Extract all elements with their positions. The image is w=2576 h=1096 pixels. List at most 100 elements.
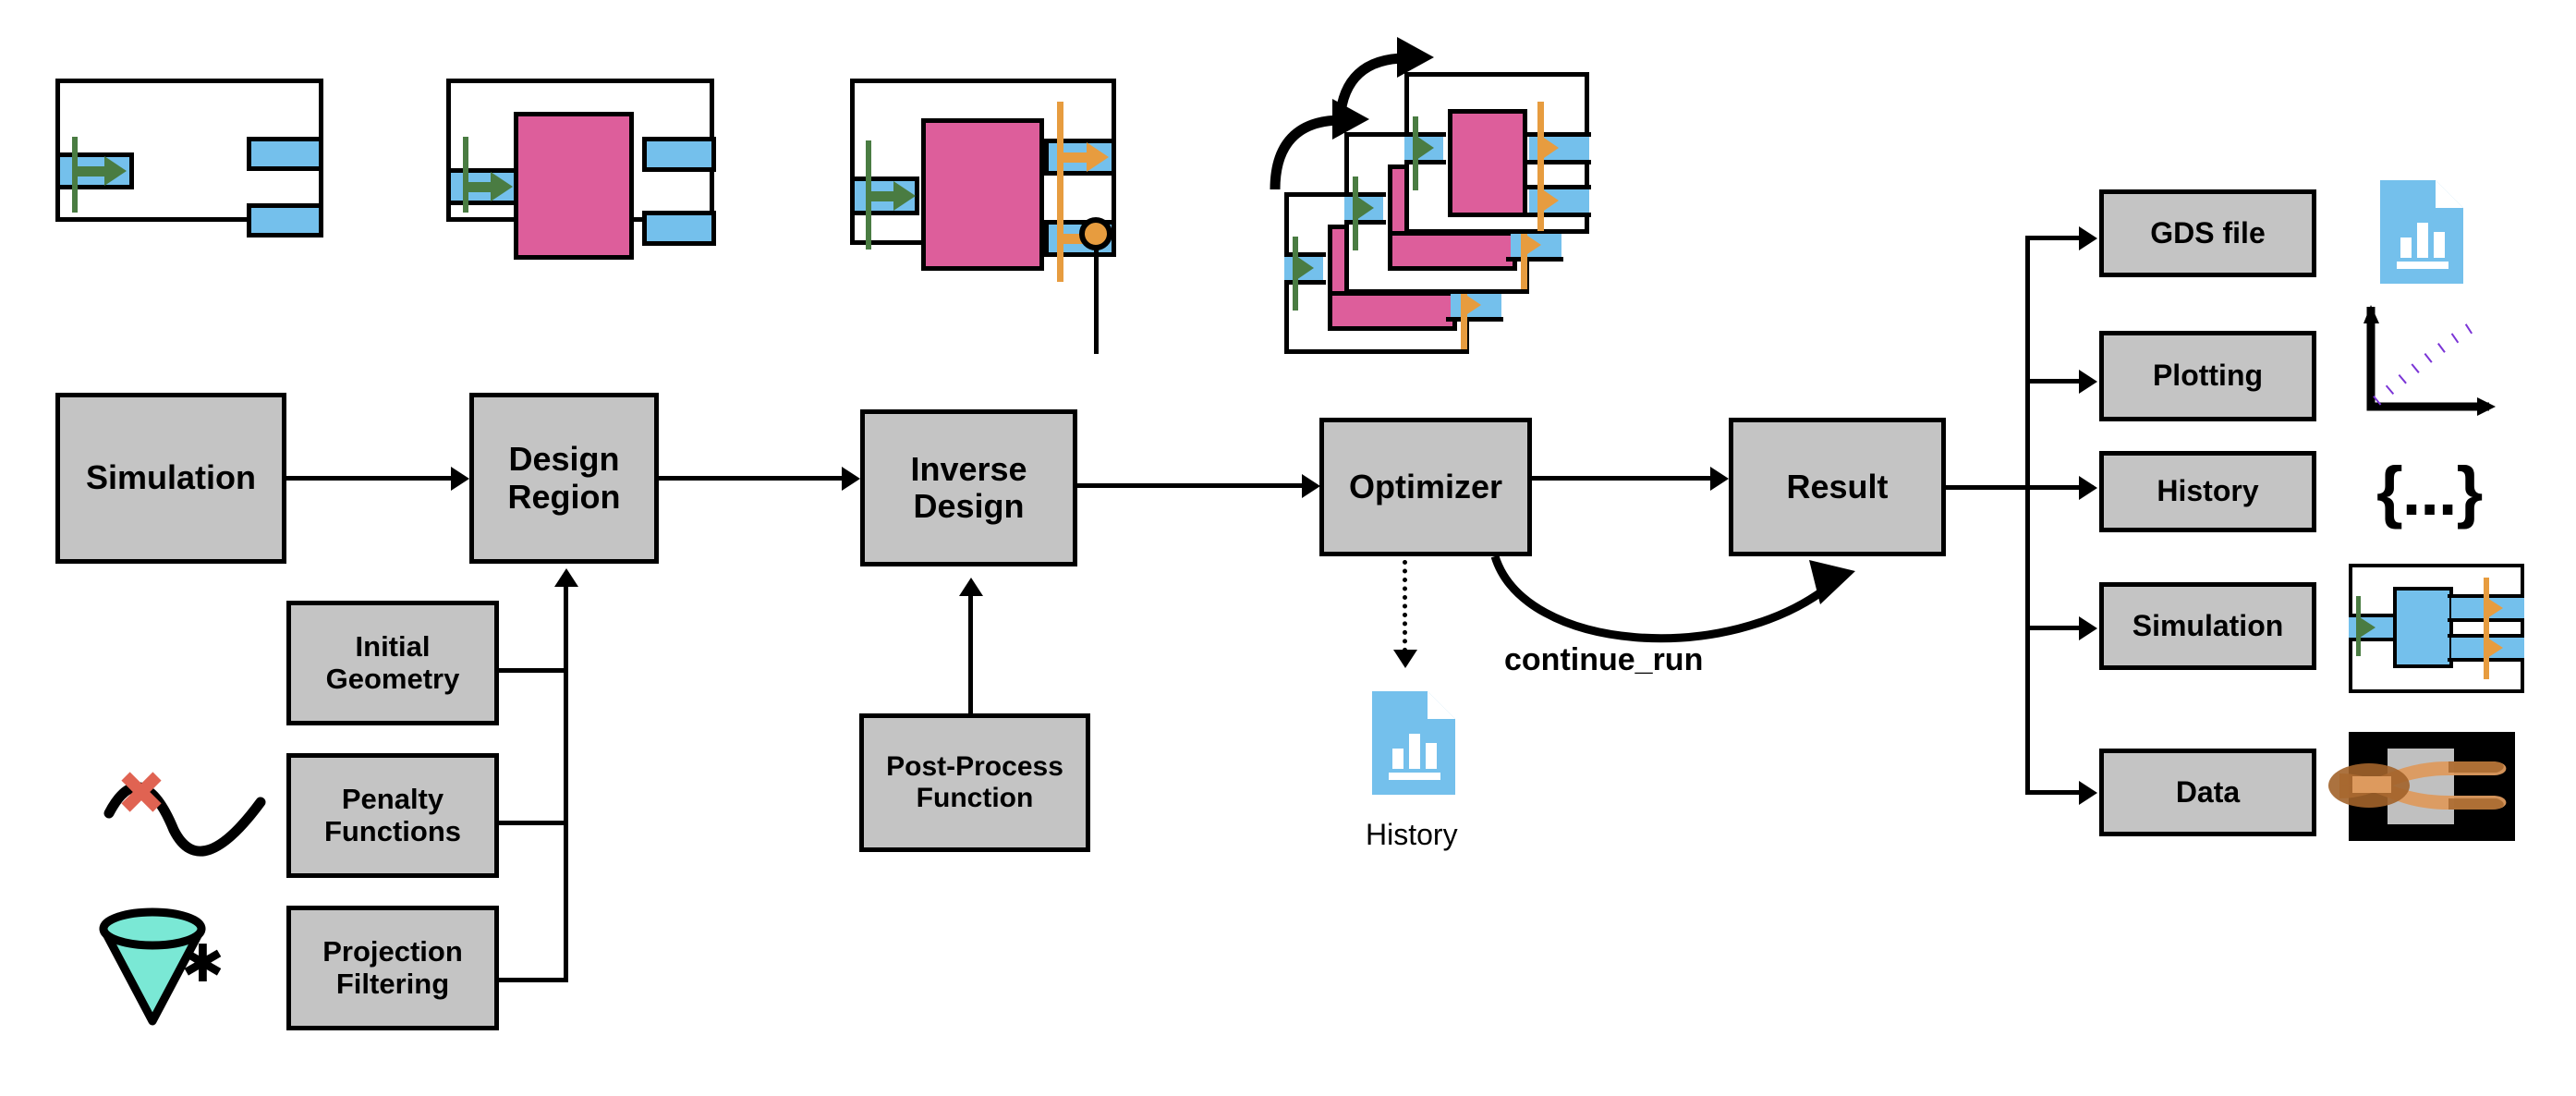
flow-box-result-label: Result: [1786, 467, 1889, 505]
branch-line-simulation: [2025, 626, 2081, 630]
result-fanout-trunk: [2025, 236, 2030, 795]
json-braces-icon: {...}: [2376, 453, 2483, 530]
projection-filtering-connector: [499, 978, 566, 982]
source-arrow-head-3: [893, 181, 916, 211]
arrow-design-to-inverse-head: [842, 467, 860, 491]
flow-box-simulation-output-label: Simulation: [2132, 608, 2284, 642]
flow-box-inverse-design[interactable]: Inverse Design: [860, 409, 1077, 566]
iteration-source-head-front: [1416, 136, 1434, 160]
branch-arrow-history: [2079, 476, 2097, 500]
waveguide-output-port-top: [247, 137, 323, 171]
iteration-curved-arrow-2: [1334, 37, 1434, 128]
flow-box-inverse-design-label: Inverse Design: [910, 449, 1027, 525]
flow-box-projection-filtering-label: Projection Filtering: [322, 934, 463, 1000]
flow-box-optimizer-label: Optimizer: [1348, 467, 1503, 505]
waveguide-output-port-top-2: [642, 137, 716, 172]
flow-box-gds-file-label: GDS file: [2150, 215, 2266, 250]
flow-box-design-region-label: Design Region: [507, 440, 621, 516]
flow-box-plotting[interactable]: Plotting: [2099, 331, 2316, 421]
sim-thumb-monitor: [2484, 578, 2489, 679]
flow-box-initial-geometry[interactable]: Initial Geometry: [286, 601, 499, 725]
sim-thumb-monitor-head-bot: [2487, 638, 2503, 658]
bar-chart-file-icon-gds: [2380, 180, 2463, 284]
continue-run-label: continue_run: [1504, 642, 1704, 677]
arrow-optimizer-to-result-line: [1532, 476, 1712, 481]
flow-box-optimizer[interactable]: Optimizer: [1319, 418, 1532, 556]
iteration-source-head-back: [1296, 256, 1314, 280]
iteration-design-mid-arm: [1388, 231, 1517, 271]
monitor-plane-line: [1057, 102, 1063, 282]
iteration-monitor-head-front-bot: [1541, 189, 1559, 213]
branch-arrow-plotting: [2079, 370, 2097, 394]
iteration-monitor-head-back: [1464, 294, 1481, 316]
line-plot-icon: [2363, 305, 2496, 416]
branch-arrow-data: [2079, 781, 2097, 805]
bar-chart-file-icon: [1372, 691, 1455, 795]
initial-geometry-connector: [499, 668, 566, 673]
iteration-wg-in-front-bot: [1404, 160, 1446, 164]
flow-box-plotting-label: Plotting: [2152, 359, 2264, 393]
branch-line-gds: [2025, 236, 2081, 240]
branch-arrow-gds: [2079, 226, 2097, 250]
iteration-design-back-arm: [1328, 291, 1457, 331]
history-file-caption: History: [1366, 818, 1458, 851]
flow-box-gds-file[interactable]: GDS file: [2099, 189, 2316, 277]
sim-thumb-source-head: [2360, 617, 2376, 638]
design-inputs-trunk: [564, 585, 568, 982]
field-heatmap-icon: [2328, 732, 2515, 841]
arrow-inverse-to-optimizer-head: [1302, 474, 1320, 498]
branch-line-data: [2025, 790, 2081, 795]
waveguide-output-port-bottom: [247, 203, 323, 237]
post-process-trunk: [968, 594, 973, 714]
flow-box-history[interactable]: History: [2099, 451, 2316, 532]
source-plane-line-2: [463, 137, 468, 213]
iteration-monitor-head-mid: [1525, 234, 1541, 256]
penalty-x-icon: [121, 772, 162, 812]
flow-box-projection-filtering[interactable]: Projection Filtering: [286, 906, 499, 1030]
flow-box-post-process-function-label: Post-Process Function: [886, 751, 1063, 813]
design-region-shape-3: [921, 118, 1044, 271]
workflow-diagram: Simulation Design Region Inverse Design …: [0, 0, 2576, 1096]
monitor-callout-line: [1094, 248, 1099, 354]
sim-thumb-design: [2393, 587, 2453, 668]
branch-line-history: [2025, 485, 2081, 490]
flow-box-simulation[interactable]: Simulation: [55, 393, 286, 564]
monitor-point-dot: [1079, 217, 1112, 250]
arrow-sim-to-design-head: [451, 467, 469, 491]
sim-thumb-monitor-head-top: [2487, 598, 2503, 618]
iteration-wg-in-back-bot: [1284, 280, 1326, 285]
flow-box-history-label: History: [2157, 474, 2259, 508]
flow-box-design-region[interactable]: Design Region: [469, 393, 659, 564]
iteration-wg-out-front-bot-b: [1525, 213, 1591, 217]
iteration-wg-out-back-bot: [1446, 317, 1503, 322]
iteration-monitor-head-front-top: [1541, 136, 1559, 160]
flow-box-initial-geometry-label: Initial Geometry: [325, 629, 460, 695]
flow-box-penalty-functions[interactable]: Penalty Functions: [286, 753, 499, 878]
source-arrow-stem: [76, 166, 107, 177]
flow-box-simulation-label: Simulation: [85, 458, 256, 497]
flow-box-data[interactable]: Data: [2099, 749, 2316, 836]
optimizer-history-dotted-line: [1403, 560, 1412, 652]
flow-box-penalty-functions-label: Penalty Functions: [323, 782, 462, 847]
iteration-source-head-mid: [1356, 196, 1374, 220]
design-region-shape: [514, 112, 634, 260]
source-arrow-head: [104, 156, 127, 186]
iteration-wg-out-mid-bot: [1506, 257, 1563, 262]
iteration-wg-in-mid-bot: [1344, 220, 1386, 225]
iteration-wg-out-front-top-b: [1525, 160, 1591, 164]
design-inputs-arrow-head: [554, 568, 578, 587]
convolution-star-icon: ✱: [181, 934, 225, 992]
flow-box-post-process-function[interactable]: Post-Process Function: [859, 713, 1090, 852]
flow-box-simulation-output[interactable]: Simulation: [2099, 582, 2316, 670]
post-process-arrow-head: [959, 578, 983, 596]
arrow-sim-to-design-line: [286, 476, 453, 481]
arrow-inverse-to-optimizer-line: [1077, 483, 1304, 488]
arrow-optimizer-to-result-head: [1710, 467, 1729, 491]
branch-arrow-simulation: [2079, 616, 2097, 640]
optimizer-history-arrow-head: [1393, 650, 1417, 668]
branch-line-plotting: [2025, 379, 2081, 384]
arrow-design-to-inverse-line: [659, 476, 844, 481]
flow-box-data-label: Data: [2175, 774, 2241, 809]
source-arrow-head-2: [491, 172, 513, 201]
flow-box-result[interactable]: Result: [1729, 418, 1946, 556]
